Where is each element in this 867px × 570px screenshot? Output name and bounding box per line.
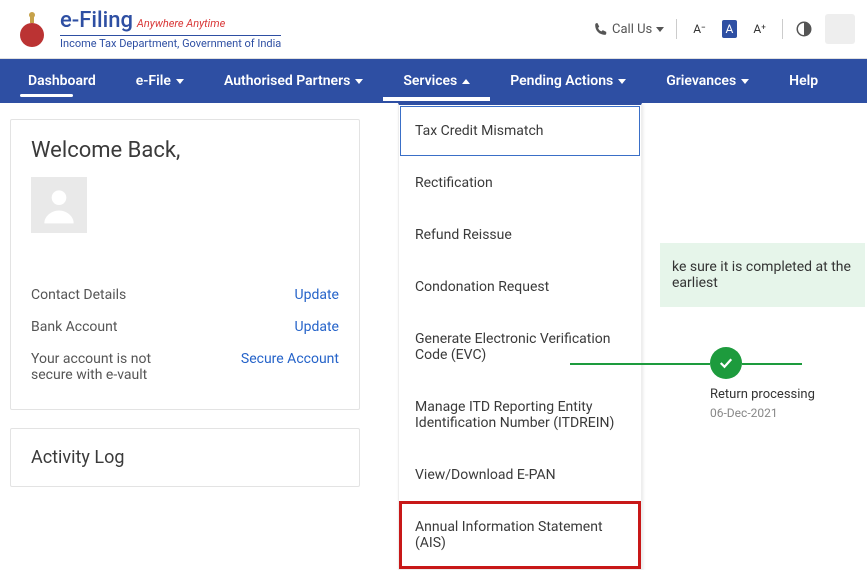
services-dropdown: Tax Credit Mismatch Rectification Refund… bbox=[398, 103, 642, 570]
nav-partners-label: Authorised Partners bbox=[224, 73, 350, 89]
dropdown-refund-reissue[interactable]: Refund Reissue bbox=[399, 209, 641, 261]
font-normal-button[interactable]: A bbox=[722, 20, 738, 38]
phone-icon bbox=[594, 22, 608, 36]
header-right: Call Us A⁻ A A⁺ bbox=[594, 14, 855, 44]
font-decrease-button[interactable]: A⁻ bbox=[689, 20, 709, 38]
check-icon bbox=[710, 347, 742, 379]
nav-efile[interactable]: e-File bbox=[116, 59, 204, 103]
dropdown-condonation-request[interactable]: Condonation Request bbox=[399, 261, 641, 313]
secure-label: Your account is not secure with e-vault bbox=[31, 351, 191, 383]
welcome-card: Welcome Back, Contact Details Update Ban… bbox=[10, 119, 360, 410]
bank-update-link[interactable]: Update bbox=[295, 319, 339, 335]
dropdown-tax-credit-mismatch[interactable]: Tax Credit Mismatch bbox=[399, 105, 641, 157]
welcome-title: Welcome Back, bbox=[31, 138, 339, 163]
call-us-label: Call Us bbox=[612, 22, 652, 37]
status-label: Return processing bbox=[710, 387, 815, 402]
nav-dashboard[interactable]: Dashboard bbox=[8, 59, 116, 103]
dropdown-generate-evc[interactable]: Generate Electronic Verification Code (E… bbox=[399, 313, 641, 381]
secure-account-link[interactable]: Secure Account bbox=[241, 351, 339, 367]
nav-dashboard-label: Dashboard bbox=[28, 73, 96, 89]
contact-label: Contact Details bbox=[31, 287, 126, 303]
dropdown-view-epan[interactable]: View/Download E-PAN bbox=[399, 449, 641, 501]
brand-title: e-Filing bbox=[60, 8, 133, 33]
status-date: 06-Dec-2021 bbox=[710, 406, 778, 420]
chevron-down-icon bbox=[618, 79, 626, 84]
contact-row: Contact Details Update bbox=[31, 279, 339, 311]
header: e-Filing Anywhere Anytime Income Tax Dep… bbox=[0, 0, 867, 59]
bank-label: Bank Account bbox=[31, 319, 117, 335]
chevron-down-icon bbox=[656, 27, 664, 32]
right-panel: ke sure it is completed at the earliest … bbox=[660, 243, 865, 420]
chevron-up-icon bbox=[462, 79, 470, 84]
secure-row: Your account is not secure with e-vault … bbox=[31, 343, 339, 391]
main-nav: Dashboard e-File Authorised Partners Ser… bbox=[0, 59, 867, 103]
avatar bbox=[31, 177, 87, 233]
content: Welcome Back, Contact Details Update Ban… bbox=[0, 103, 867, 503]
brand-tagline: Anywhere Anytime bbox=[137, 17, 225, 30]
nav-partners[interactable]: Authorised Partners bbox=[204, 59, 383, 103]
status-step: Return processing 06-Dec-2021 bbox=[710, 347, 865, 420]
nav-services-label: Services bbox=[403, 73, 457, 89]
contact-update-link[interactable]: Update bbox=[295, 287, 339, 303]
emblem-logo bbox=[12, 9, 52, 49]
nav-help-label: Help bbox=[789, 73, 818, 89]
contrast-icon[interactable] bbox=[795, 20, 813, 38]
chevron-down-icon bbox=[741, 79, 749, 84]
nav-pending-label: Pending Actions bbox=[510, 73, 613, 89]
dropdown-ais[interactable]: Annual Information Statement (AIS) bbox=[399, 501, 641, 569]
chevron-down-icon bbox=[355, 79, 363, 84]
header-left: e-Filing Anywhere Anytime Income Tax Dep… bbox=[12, 8, 281, 50]
activity-card: Activity Log bbox=[10, 428, 360, 487]
completion-banner: ke sure it is completed at the earliest bbox=[660, 243, 865, 307]
nav-services[interactable]: Services bbox=[383, 59, 490, 103]
dropdown-manage-itdrein[interactable]: Manage ITD Reporting Entity Identificati… bbox=[399, 381, 641, 449]
activity-title: Activity Log bbox=[31, 447, 339, 468]
nav-grievances[interactable]: Grievances bbox=[646, 59, 769, 103]
divider bbox=[676, 19, 677, 39]
call-us-menu[interactable]: Call Us bbox=[594, 22, 664, 37]
brand-subtitle: Income Tax Department, Government of Ind… bbox=[60, 35, 281, 50]
nav-help[interactable]: Help bbox=[769, 59, 838, 103]
divider bbox=[782, 19, 783, 39]
user-menu[interactable] bbox=[825, 14, 855, 44]
brand: e-Filing Anywhere Anytime Income Tax Dep… bbox=[60, 8, 281, 50]
nav-efile-label: e-File bbox=[136, 73, 171, 89]
bank-row: Bank Account Update bbox=[31, 311, 339, 343]
nav-pending[interactable]: Pending Actions bbox=[490, 59, 646, 103]
nav-grievances-label: Grievances bbox=[666, 73, 736, 89]
chevron-down-icon bbox=[176, 79, 184, 84]
dropdown-rectification[interactable]: Rectification bbox=[399, 157, 641, 209]
font-increase-button[interactable]: A⁺ bbox=[749, 20, 770, 38]
